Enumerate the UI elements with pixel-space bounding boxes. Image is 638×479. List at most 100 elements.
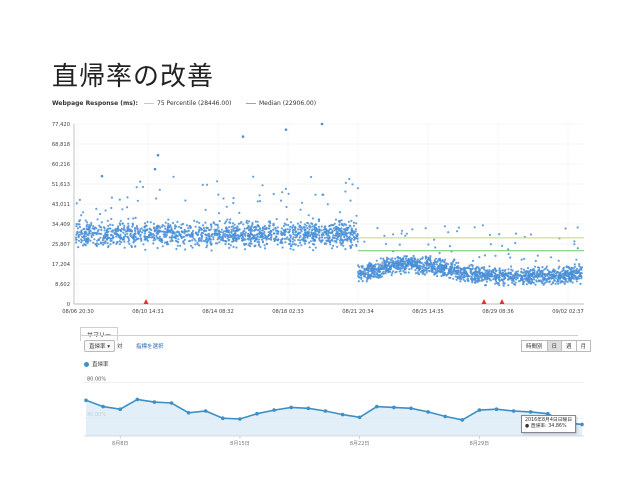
scatter-point [440, 274, 443, 278]
scatter-point [123, 246, 126, 249]
scatter-point [83, 237, 86, 240]
scatter-point [455, 266, 458, 269]
scatter-point [299, 241, 302, 244]
scatter-point [117, 236, 120, 239]
scatter-point [122, 238, 126, 241]
scatter-point [93, 238, 96, 241]
scatter-point [198, 237, 201, 240]
scatter-point [477, 267, 480, 270]
scatter-point [286, 228, 289, 231]
scatter-point [383, 267, 386, 270]
scatter-point [344, 190, 347, 193]
scatter-point [352, 231, 355, 234]
scatter-point [321, 193, 324, 196]
scatter-point [405, 255, 408, 258]
scatter-point [244, 233, 247, 236]
scatter-point [386, 264, 389, 267]
metric-dropdown[interactable]: 直帰率 ▾ [84, 340, 116, 352]
scatter-point [564, 227, 567, 230]
scatter-point [216, 180, 219, 183]
scatter-point [127, 236, 130, 239]
scatter-point [84, 230, 87, 233]
scatter-point [568, 279, 571, 282]
scatter-point [564, 270, 567, 273]
add-metric-link[interactable]: 指標を選択 [136, 342, 164, 350]
scatter-point [320, 225, 323, 228]
scatter-point [213, 228, 216, 231]
line-point [169, 401, 174, 405]
time-button-day[interactable]: 日 [546, 340, 563, 352]
scatter-point [459, 270, 462, 273]
scatter-point [146, 236, 149, 239]
chevron-down-icon: ▾ [107, 344, 111, 350]
scatter-point [213, 232, 216, 235]
scatter-point [200, 238, 203, 241]
scatter-point [297, 228, 300, 231]
scatter-point [312, 249, 315, 252]
scatter-point [312, 235, 315, 238]
line-x-tick-label: 8月15日 [230, 441, 250, 447]
scatter-point [99, 236, 102, 239]
scatter-point [297, 244, 300, 247]
scatter-point [372, 275, 376, 278]
scatter-point [394, 271, 397, 274]
scatter-point [246, 237, 249, 240]
scatter-point [146, 220, 149, 223]
scatter-point [331, 230, 334, 233]
scatter-point [530, 275, 533, 278]
scatter-point [146, 239, 149, 242]
scatter-point [293, 239, 296, 242]
line-point [357, 415, 362, 420]
scatter-point [292, 224, 295, 227]
scatter-point [275, 235, 278, 238]
scatter-point [523, 257, 526, 260]
scatter-point [409, 262, 412, 265]
scatter-point [122, 236, 125, 239]
line-point [426, 410, 430, 414]
scatter-point [573, 271, 576, 274]
scatter-point [109, 223, 112, 226]
scatter-point [84, 243, 87, 246]
time-button-week[interactable]: 週 [561, 340, 577, 352]
scatter-point [419, 270, 422, 274]
scatter-point [362, 272, 365, 275]
scatter-point [303, 240, 306, 243]
scatter-point [75, 238, 78, 241]
scatter-point [87, 237, 90, 240]
scatter-point [370, 272, 373, 275]
scatter-point [111, 224, 114, 227]
y-tick-label: 51,613 [52, 182, 70, 188]
tab-summary[interactable]: サマリー [80, 327, 119, 341]
scatter-point [355, 222, 358, 225]
scatter-point [244, 231, 247, 234]
scatter-point [350, 237, 353, 240]
time-button-hourly[interactable]: 時間別 [521, 340, 548, 352]
scatter-point [213, 230, 216, 233]
scatter-point [375, 259, 378, 262]
scatter-point [164, 227, 167, 230]
scatter-point [403, 267, 406, 270]
line-area [86, 399, 582, 436]
scatter-point [383, 234, 386, 237]
scatter-point [85, 223, 89, 227]
scatter-point [424, 261, 427, 264]
scatter-point [99, 212, 102, 216]
scatter-point [259, 245, 262, 248]
scatter-point [119, 233, 122, 236]
scatter-point [281, 246, 284, 249]
scatter-point [152, 222, 156, 225]
scatter-point [87, 234, 90, 237]
scatter-point [411, 228, 414, 231]
scatter-point [334, 226, 337, 229]
scatter-point [377, 263, 380, 266]
time-button-month[interactable]: 月 [575, 340, 592, 352]
scatter-point [103, 229, 106, 232]
scatter-point [263, 224, 266, 228]
scatter-point [201, 235, 204, 238]
scatter-point [527, 270, 530, 273]
scatter-point [110, 196, 113, 199]
scatter-point [400, 263, 403, 266]
scatter-point [327, 230, 330, 233]
x-tick-label: 08/18 02:33 [272, 309, 304, 315]
scatter-point [256, 220, 259, 223]
